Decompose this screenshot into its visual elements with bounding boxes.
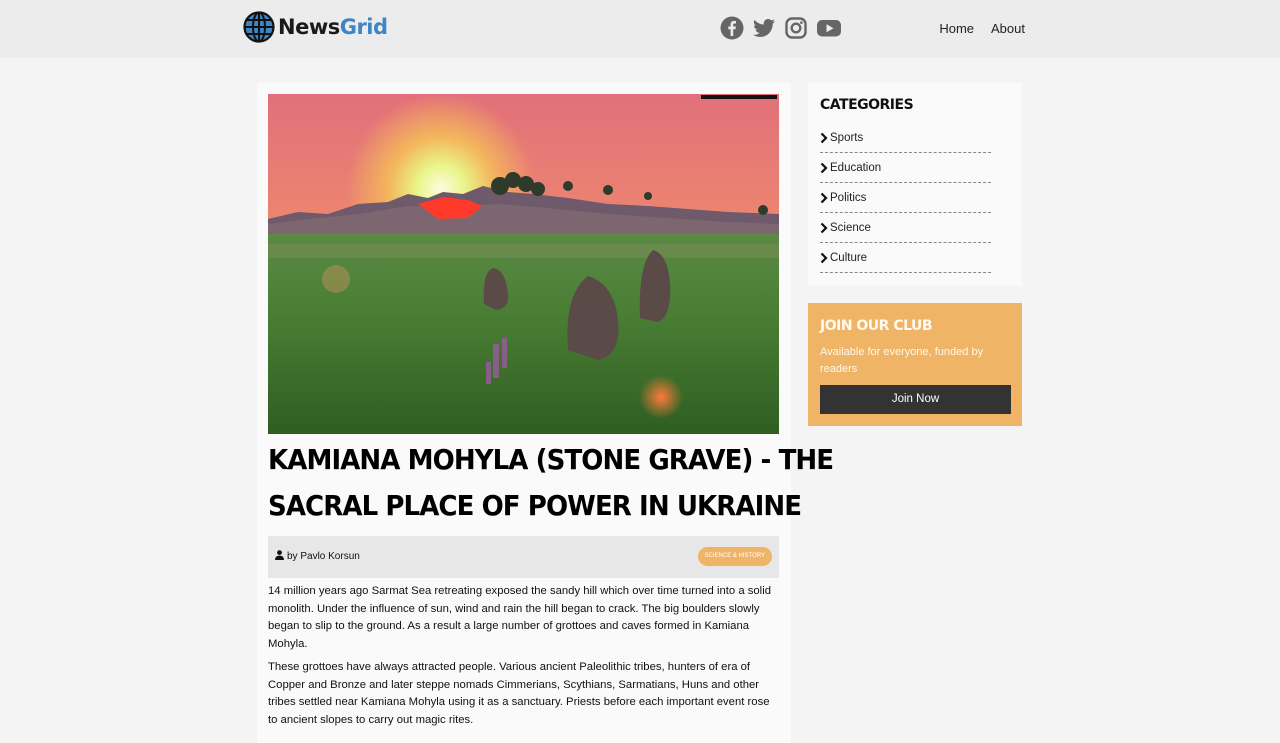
article-paragraph: These grottoes have always attracted peo… (268, 661, 770, 726)
category-label: Science (830, 221, 871, 234)
category-item-sports[interactable]: Sports (820, 123, 991, 153)
facebook-icon[interactable] (720, 16, 744, 40)
category-item-culture[interactable]: Culture (820, 243, 991, 273)
site-header: NewsGrid Home About (0, 0, 1280, 58)
social-links (720, 16, 842, 40)
categories-list: Sports Education Politics Science Cultur… (820, 123, 991, 273)
chevron-right-icon (820, 252, 828, 264)
category-label: Sports (830, 131, 864, 144)
article-body: 14 million years ago Sarmat Sea retreati… (268, 583, 779, 735)
article-author: by Pavlo Korsun (275, 550, 360, 563)
user-icon (275, 550, 284, 563)
categories-widget: Categories Sports Education Politics Sci… (808, 83, 1022, 286)
brand-name-part2: Grid (339, 15, 388, 39)
instagram-icon[interactable] (784, 16, 808, 40)
article-hero-image (268, 94, 779, 434)
join-now-button[interactable]: Join Now (820, 385, 1011, 414)
article-title: Kamiana Mohyla (Stone Grave) - the sacra… (268, 437, 834, 529)
twitter-icon[interactable] (752, 16, 776, 40)
youtube-icon[interactable] (816, 16, 842, 40)
chevron-right-icon (820, 162, 828, 174)
article-card: Kamiana Mohyla (Stone Grave) - the sacra… (257, 83, 834, 743)
image-credit (701, 95, 777, 99)
nav-about-link[interactable]: About (991, 21, 1025, 36)
brand-name: NewsGrid (278, 15, 388, 39)
site-logo[interactable]: NewsGrid (243, 11, 388, 43)
article-title-line1: Kamiana Mohyla (Stone Grave) - the (268, 443, 834, 476)
category-item-politics[interactable]: Politics (820, 183, 991, 213)
categories-title: Categories (820, 97, 914, 113)
club-description: Available for everyone, funded by reader… (820, 346, 984, 375)
brand-name-part1: News (278, 15, 340, 39)
club-title: Join our club (820, 318, 933, 334)
main-nav: Home About (939, 21, 1025, 36)
nav-home-link[interactable]: Home (939, 21, 974, 36)
category-label: Culture (830, 251, 868, 264)
chevron-right-icon (820, 222, 828, 234)
globe-icon (243, 11, 275, 43)
category-label: Politics (830, 191, 867, 204)
join-club-widget: Join our club Available for everyone, fu… (808, 303, 1022, 426)
category-item-education[interactable]: Education (820, 153, 991, 183)
author-name: by Pavlo Korsun (287, 551, 360, 562)
category-item-science[interactable]: Science (820, 213, 991, 243)
article-paragraph: 14 million years ago Sarmat Sea retreati… (268, 585, 771, 650)
chevron-right-icon (820, 192, 828, 204)
article-meta-bar: by Pavlo Korsun Science & History (268, 536, 779, 578)
article-title-line2: sacral place of power in Ukraine (268, 489, 802, 522)
category-tag[interactable]: Science & History (697, 547, 772, 566)
chevron-right-icon (820, 132, 828, 144)
category-label: Education (830, 161, 882, 174)
